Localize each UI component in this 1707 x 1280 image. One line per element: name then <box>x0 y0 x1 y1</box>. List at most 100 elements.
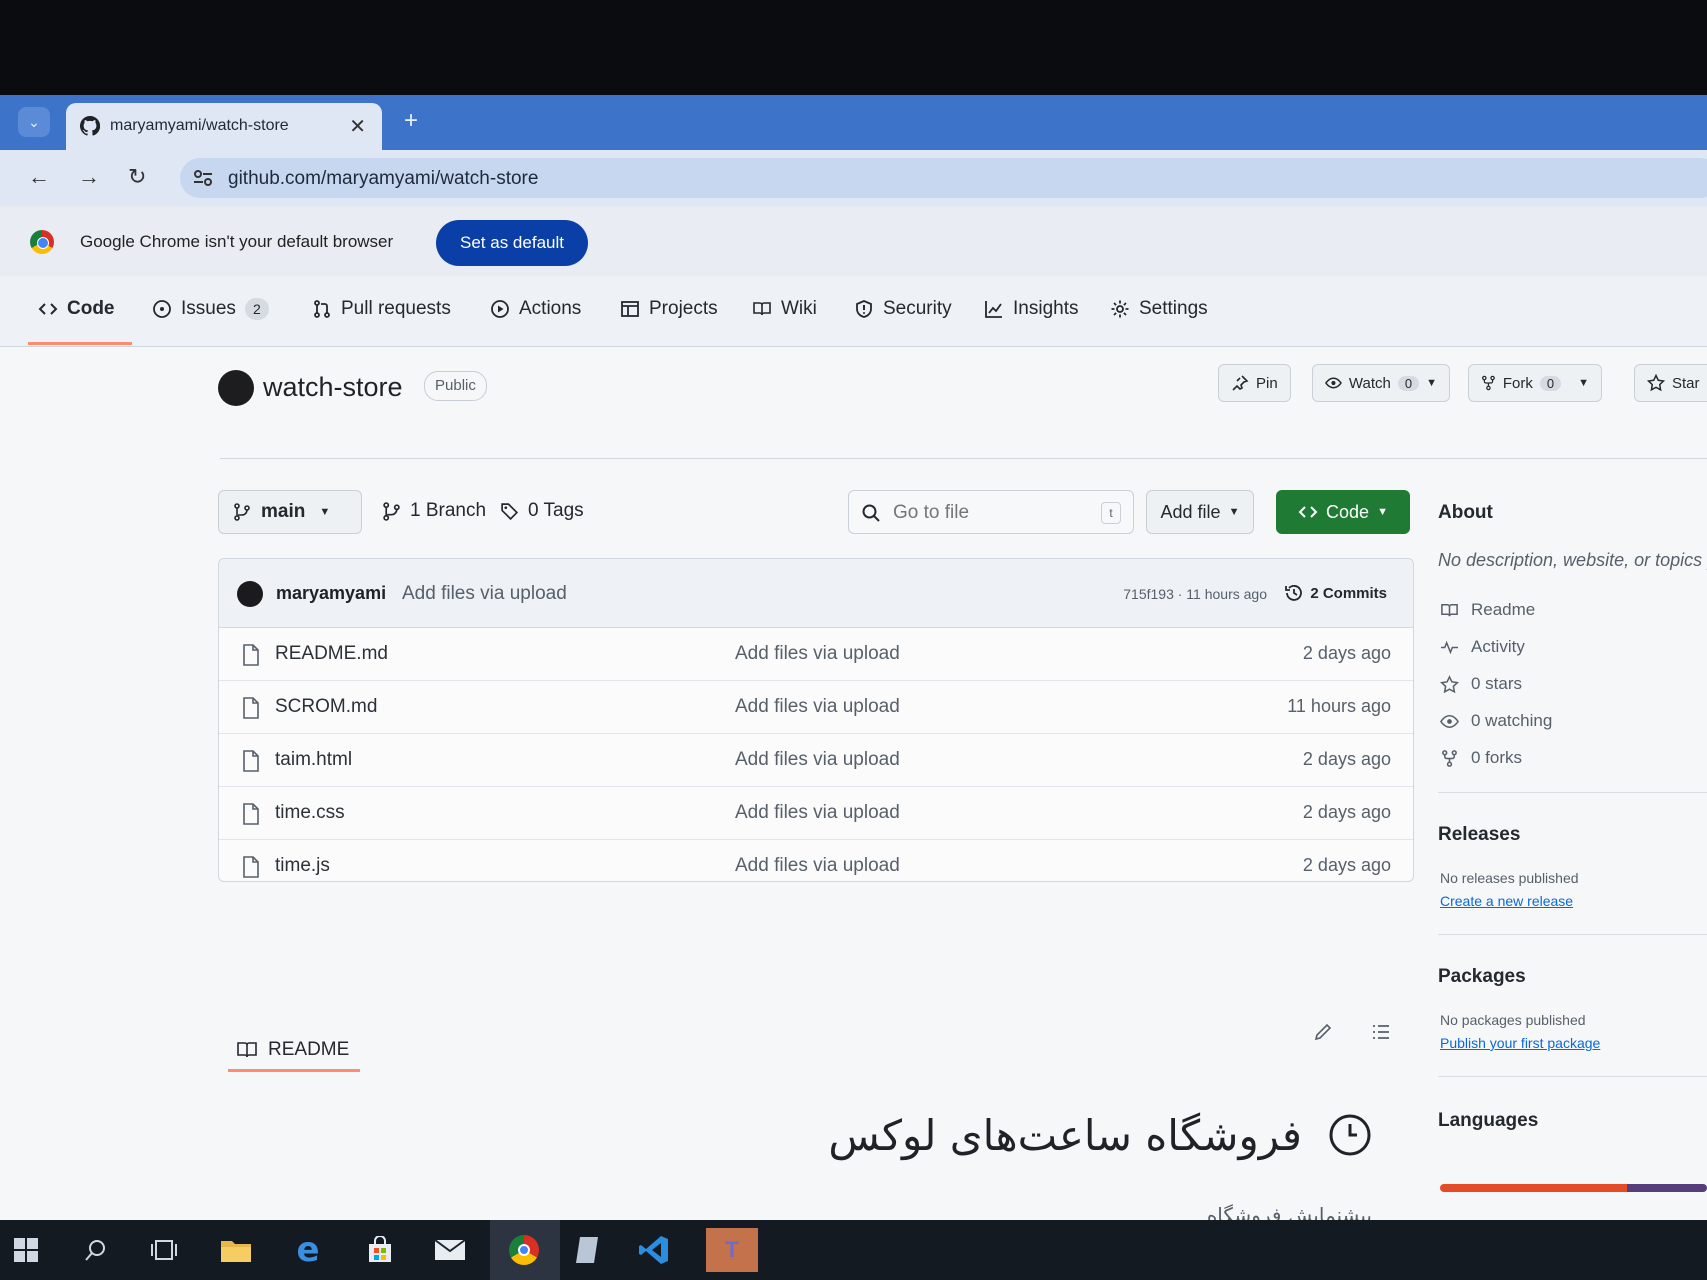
file-commit-message[interactable]: Add files via upload <box>735 696 900 718</box>
back-icon[interactable]: ← <box>28 164 50 190</box>
tab-issues[interactable]: Issues 2 <box>152 298 269 320</box>
star-button[interactable]: Star <box>1634 364 1707 402</box>
publish-package-link[interactable]: Publish your first package <box>1440 1035 1600 1051</box>
chrome-icon[interactable] <box>506 1234 542 1266</box>
about-description: No description, website, or topics provi… <box>1438 550 1707 570</box>
branch-icon <box>234 503 250 521</box>
forward-icon[interactable]: → <box>78 164 100 190</box>
table-row[interactable]: taim.html Add files via upload 2 days ag… <box>219 734 1413 787</box>
set-as-default-button[interactable]: Set as default <box>436 220 588 266</box>
task-view-icon[interactable] <box>146 1234 182 1266</box>
tab-actions-label: Actions <box>519 298 582 319</box>
tab-wiki[interactable]: Wiki <box>752 298 817 320</box>
store-icon[interactable] <box>362 1234 398 1266</box>
file-explorer-icon[interactable] <box>218 1234 254 1266</box>
edge-icon[interactable]: e <box>290 1230 326 1270</box>
watching-link[interactable]: 0 watching <box>1440 711 1552 731</box>
address-bar[interactable]: github.com/maryamyami/watch-store <box>180 158 1707 198</box>
create-release-link[interactable]: Create a new release <box>1440 893 1573 909</box>
file-name[interactable]: README.md <box>275 643 388 665</box>
new-tab-button[interactable]: + <box>404 107 418 135</box>
issue-icon <box>153 300 171 318</box>
readme-link-label: Readme <box>1471 600 1536 619</box>
teams-icon[interactable]: T <box>706 1228 758 1272</box>
clock-icon <box>1329 1114 1371 1156</box>
stars-link[interactable]: 0 stars <box>1440 674 1522 694</box>
go-to-file-input[interactable] <box>891 499 1095 527</box>
browser-tab-strip: ⌄ maryamyami/watch-store ✕ + <box>0 95 1707 150</box>
releases-heading[interactable]: Releases <box>1438 824 1520 846</box>
pin-button[interactable]: Pin <box>1218 364 1291 402</box>
site-settings-icon[interactable] <box>192 168 214 188</box>
pulse-icon <box>1440 640 1459 654</box>
table-row[interactable]: time.js Add files via upload 2 days ago <box>219 840 1413 881</box>
activity-link[interactable]: Activity <box>1440 637 1525 657</box>
readme-link[interactable]: Readme <box>1440 600 1535 620</box>
commit-author[interactable]: maryamyami <box>276 583 386 604</box>
about-heading: About <box>1438 502 1493 523</box>
file-name[interactable]: SCROM.md <box>275 696 377 718</box>
tab-settings-label: Settings <box>1139 298 1208 319</box>
search-icon[interactable] <box>78 1234 114 1266</box>
tab-security[interactable]: Security <box>854 298 952 320</box>
file-name[interactable]: time.css <box>275 802 345 824</box>
file-name[interactable]: taim.html <box>275 749 352 771</box>
owner-avatar[interactable] <box>218 370 254 406</box>
tab-pull-requests-label: Pull requests <box>341 298 451 319</box>
outline-list-icon[interactable] <box>1370 1021 1392 1043</box>
file-commit-message[interactable]: Add files via upload <box>735 749 900 771</box>
avatar[interactable] <box>237 581 263 607</box>
table-row[interactable]: README.md Add files via upload 2 days ag… <box>219 628 1413 681</box>
file-commit-message[interactable]: Add files via upload <box>735 802 900 824</box>
tab-projects[interactable]: Projects <box>620 298 718 320</box>
file-table: maryamyami Add files via upload 715f193 … <box>218 558 1414 882</box>
pencil-icon[interactable] <box>1312 1021 1334 1043</box>
tab-actions[interactable]: Actions <box>490 298 581 320</box>
tab-search-button[interactable]: ⌄ <box>18 107 50 137</box>
readme-tab-underline <box>228 1069 360 1072</box>
code-dropdown-button[interactable]: Code ▼ <box>1276 490 1410 534</box>
commit-message[interactable]: Add files via upload <box>402 583 567 605</box>
forks-link[interactable]: 0 forks <box>1440 748 1522 768</box>
watch-button[interactable]: Watch 0 ▼ <box>1312 364 1450 402</box>
branch-name: main <box>261 501 306 522</box>
file-commit-message[interactable]: Add files via upload <box>735 855 900 877</box>
close-tab-icon[interactable]: ✕ <box>349 114 366 139</box>
vscode-icon[interactable] <box>636 1234 672 1266</box>
readme-tab[interactable]: README <box>236 1039 349 1061</box>
fork-button[interactable]: Fork 0 ▼ <box>1468 364 1602 402</box>
tab-pull-requests[interactable]: Pull requests <box>312 298 451 320</box>
keyboard-shortcut-hint: t <box>1101 502 1121 524</box>
table-row[interactable]: SCROM.md Add files via upload 11 hours a… <box>219 681 1413 734</box>
tab-insights[interactable]: Insights <box>984 298 1078 320</box>
languages-heading: Languages <box>1438 1110 1539 1131</box>
tab-settings[interactable]: Settings <box>1110 298 1208 320</box>
releases-none: No releases published <box>1440 870 1579 886</box>
branch-selector[interactable]: main ▼ <box>218 490 362 534</box>
visibility-badge: Public <box>424 371 487 401</box>
browser-tab[interactable]: maryamyami/watch-store ✕ <box>66 103 382 150</box>
repo-name[interactable]: watch-store <box>263 372 403 403</box>
tab-code[interactable]: Code <box>38 298 115 320</box>
table-row[interactable]: time.css Add files via upload 2 days ago <box>219 787 1413 840</box>
commits-link[interactable]: 2 Commits <box>1284 583 1387 603</box>
go-to-file-search[interactable]: t <box>848 490 1134 534</box>
branch-icon <box>383 501 400 521</box>
windows-start-icon[interactable] <box>8 1234 44 1266</box>
reload-icon[interactable]: ↻ <box>128 164 146 190</box>
branches-link[interactable]: 1 Branch <box>382 500 486 522</box>
file-name[interactable]: time.js <box>275 855 330 877</box>
packages-heading[interactable]: Packages <box>1438 966 1526 988</box>
stars-count: 0 stars <box>1471 674 1523 693</box>
star-label: Star <box>1672 374 1700 392</box>
add-file-button[interactable]: Add file ▼ <box>1146 490 1254 534</box>
chevron-down-icon: ▼ <box>1377 506 1388 518</box>
tag-icon <box>501 502 519 520</box>
mail-icon[interactable] <box>432 1234 468 1266</box>
windows-taskbar: e T <box>0 1220 1707 1280</box>
file-commit-message[interactable]: Add files via upload <box>735 643 900 665</box>
notepad-icon[interactable] <box>570 1234 606 1266</box>
commit-hash-time[interactable]: 715f193 · 11 hours ago <box>1123 586 1267 602</box>
issues-count-badge: 2 <box>244 298 269 320</box>
tags-link[interactable]: 0 Tags <box>500 500 584 522</box>
